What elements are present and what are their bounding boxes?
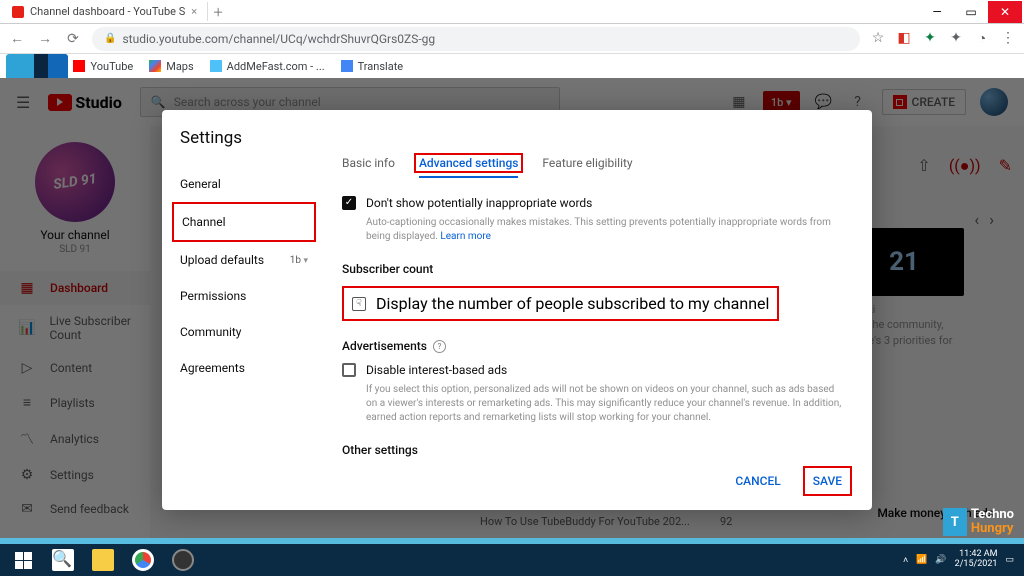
nav-reload-icon[interactable]: ⟳ — [64, 31, 82, 47]
settings-title: Settings — [180, 128, 324, 148]
tray-notifications-icon[interactable]: ▭ — [1005, 555, 1014, 565]
section-inappropriate: Don't show potentially inappropriate wor… — [342, 196, 846, 244]
cancel-button[interactable]: CANCEL — [727, 468, 788, 494]
section-subscriber: Subscriber count ☟ Display the number of… — [342, 262, 846, 321]
save-button[interactable]: SAVE — [803, 466, 852, 496]
modal-footer: CANCEL SAVE — [727, 466, 852, 496]
taskbar-explorer[interactable] — [84, 546, 122, 574]
tab-title: Channel dashboard - YouTube S — [30, 5, 185, 18]
subscriber-title: Subscriber count — [342, 262, 846, 276]
system-tray[interactable]: ˄ 📶 🔊 11:42 AM2/15/2021 ▭ — [903, 550, 1020, 570]
browser-address-bar: ← → ⟳ 🔒 studio.youtube.com/channel/UCq/w… — [0, 24, 1024, 54]
bookmark-addmefast[interactable]: AddMeFast.com - ... — [210, 60, 325, 73]
browser-tab[interactable]: Channel dashboard - YouTube S × — [2, 2, 208, 21]
tray-volume-icon[interactable]: 🔊 — [935, 555, 946, 565]
tray-chevron-icon[interactable]: ˄ — [903, 555, 908, 566]
settings-body: Basic info Advanced settings Feature eli… — [324, 110, 872, 510]
url-field[interactable]: 🔒 studio.youtube.com/channel/UCq/wchdrSh… — [92, 27, 860, 51]
ext-icon-1[interactable]: ◧ — [896, 30, 912, 47]
learn-more-link[interactable]: Learn more — [440, 231, 491, 242]
tab-feature-eligibility[interactable]: Feature eligibility — [542, 156, 632, 178]
menu-icon[interactable]: ⋮ — [1000, 30, 1016, 47]
settings-side-agreements[interactable]: Agreements — [180, 350, 324, 386]
checkbox-disable-ads[interactable] — [342, 363, 356, 377]
other-settings-title: Other settings — [342, 443, 846, 457]
bookmark-youtube[interactable]: YouTube — [73, 60, 133, 73]
lock-icon: 🔒 — [104, 33, 116, 44]
settings-side-community[interactable]: Community — [180, 314, 324, 350]
label-inappropriate: Don't show potentially inappropriate wor… — [366, 196, 592, 210]
extensions-icon[interactable]: ✦ — [948, 30, 964, 47]
label-disable-ads: Disable interest-based ads — [366, 363, 507, 377]
tab-close-icon[interactable]: × — [191, 5, 197, 18]
window-close-button[interactable]: ✕ — [988, 1, 1022, 23]
profile-icon[interactable]: ◔ — [974, 30, 990, 47]
help-inappropriate: Auto-captioning occasionally makes mista… — [366, 216, 846, 244]
bookmark-maps[interactable]: Maps — [149, 60, 193, 73]
subscriber-row-highlight: ☟ Display the number of people subscribe… — [342, 286, 779, 321]
nav-back-icon[interactable]: ← — [8, 30, 26, 47]
url-text: studio.youtube.com/channel/UCq/wchdrShuv… — [122, 32, 435, 46]
settings-sidebar: Settings General Channel Upload defaults… — [162, 110, 324, 510]
ads-title: Advertisements? — [342, 339, 846, 353]
bookmarks-bar: Gmail YouTube Maps AddMeFast.com - ... T… — [0, 54, 1024, 78]
taskbar-search[interactable]: 🔍 — [44, 546, 82, 574]
window-maximize-button[interactable]: ▭ — [954, 1, 988, 23]
star-icon[interactable]: ☆ — [870, 30, 886, 47]
settings-side-channel[interactable]: Channel — [172, 202, 316, 242]
help-ads: If you select this option, personalized … — [366, 383, 846, 425]
tab-advanced-settings[interactable]: Advanced settings — [419, 156, 518, 178]
tray-network-icon[interactable]: 📶 — [916, 555, 927, 565]
browser-titlebar: Channel dashboard - YouTube S × ＋ — ▭ ✕ — [0, 0, 1024, 24]
nav-forward-icon[interactable]: → — [36, 30, 54, 47]
start-button[interactable] — [4, 546, 42, 574]
ext-icon-2[interactable]: ✦ — [922, 30, 938, 47]
new-tab-button[interactable]: ＋ — [208, 4, 228, 20]
bookmark-translate[interactable]: Translate — [341, 60, 404, 73]
settings-modal: Settings General Channel Upload defaults… — [162, 110, 872, 510]
info-icon[interactable]: ? — [433, 340, 446, 353]
watermark: T TechnoHungry — [943, 508, 1014, 536]
settings-side-permissions[interactable]: Permissions — [180, 278, 324, 314]
cursor-icon: ☟ — [352, 297, 366, 311]
taskbar-obs[interactable] — [164, 546, 202, 574]
checkbox-inappropriate[interactable] — [342, 196, 356, 210]
settings-tabs: Basic info Advanced settings Feature eli… — [342, 156, 846, 178]
window-minimize-button[interactable]: — — [920, 1, 954, 23]
favicon — [12, 6, 24, 18]
taskbar: 🔍 ˄ 📶 🔊 11:42 AM2/15/2021 ▭ — [0, 544, 1024, 576]
label-subscriber: Display the number of people subscribed … — [376, 294, 769, 313]
tray-clock[interactable]: 11:42 AM2/15/2021 — [955, 550, 998, 570]
tab-basic-info[interactable]: Basic info — [342, 156, 395, 178]
section-ads: Advertisements? Disable interest-based a… — [342, 339, 846, 425]
taskbar-chrome[interactable] — [124, 546, 162, 574]
settings-side-general[interactable]: General — [180, 166, 324, 202]
settings-side-upload[interactable]: Upload defaults1b ▾ — [180, 242, 324, 278]
